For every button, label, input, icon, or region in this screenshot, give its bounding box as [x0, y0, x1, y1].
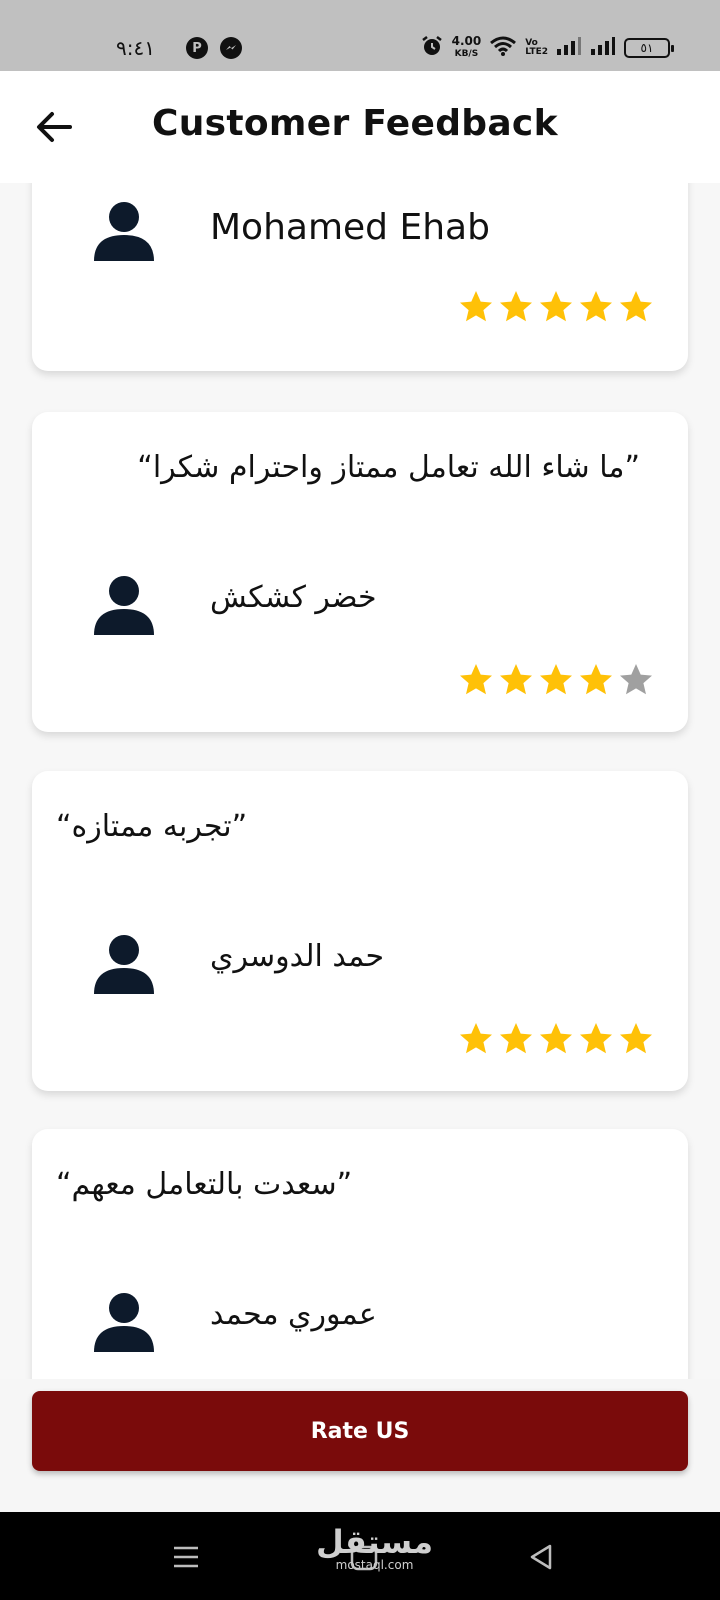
signal-icon-sim1 [556, 36, 582, 60]
menu-icon [174, 1546, 198, 1568]
app-bar: Customer Feedback [0, 71, 720, 183]
back-button[interactable] [30, 105, 80, 149]
page-title: Customer Feedback [152, 103, 558, 144]
star-filled-icon [620, 291, 652, 322]
feedback-list[interactable]: Mohamed Ehab ”ما شاء الله تعامل ممتاز وا… [0, 183, 720, 1379]
star-rating [458, 662, 654, 698]
star-filled-icon [500, 664, 532, 695]
user-avatar-icon [94, 1293, 154, 1352]
rate-us-button[interactable]: Rate US [32, 1391, 688, 1471]
wifi-icon [489, 35, 517, 61]
back-triangle-icon [530, 1544, 552, 1570]
volte-indicator: Vo LTE2 [525, 38, 548, 57]
reviewer-name: عموري محمد [210, 1297, 377, 1332]
user-avatar-icon [94, 576, 154, 635]
star-filled-icon [580, 664, 612, 695]
pinterest-icon: P [186, 37, 208, 59]
feedback-card: ”ما شاء الله تعامل ممتاز واحترام شكرا“ خ… [32, 412, 688, 732]
status-left-icons: P [186, 37, 242, 59]
system-nav-bar: مستقل mostaql.com [0, 1512, 720, 1600]
star-filled-icon [460, 291, 492, 322]
status-time: ٩:٤١ [116, 36, 155, 60]
feedback-quote: ”سعدت بالتعامل معهم“ [56, 1167, 353, 1202]
feedback-card: ”تجربه ممتازه“ حمد الدوسري [32, 771, 688, 1091]
star-filled-icon [540, 664, 572, 695]
recent-apps-button[interactable] [166, 1540, 206, 1574]
star-filled-icon [540, 291, 572, 322]
watermark-arabic: مستقل [316, 1523, 434, 1561]
feedback-card: ”سعدت بالتعامل معهم“ عموري محمد [32, 1129, 688, 1379]
star-rating [458, 289, 654, 325]
signal-icon-sim2 [590, 36, 616, 60]
star-filled-icon [620, 1023, 652, 1054]
user-avatar-icon [94, 202, 154, 261]
star-filled-icon [500, 291, 532, 322]
watermark: مستقل mostaql.com [316, 1526, 433, 1572]
star-filled-icon [540, 1023, 572, 1054]
arrow-left-icon [37, 112, 72, 142]
battery-indicator: ٥١ [624, 38, 674, 58]
star-filled-icon [460, 1023, 492, 1054]
star-filled-icon [580, 291, 612, 322]
star-filled-icon [500, 1023, 532, 1054]
status-bar: ٩:٤١ P 4.00 KB/S Vo LTE2 ٥١ [0, 0, 720, 71]
network-speed: 4.00 KB/S [451, 34, 482, 59]
star-rating [458, 1021, 654, 1057]
alarm-icon [420, 34, 444, 62]
reviewer-name: حمد الدوسري [210, 939, 385, 974]
feedback-quote: ”تجربه ممتازه“ [56, 809, 248, 844]
star-filled-icon [460, 664, 492, 695]
feedback-quote: ”ما شاء الله تعامل ممتاز واحترام شكرا“ [137, 450, 640, 485]
messenger-icon [220, 37, 242, 59]
feedback-card: Mohamed Ehab [32, 183, 688, 371]
reviewer-name: Mohamed Ehab [210, 207, 490, 248]
user-avatar-icon [94, 935, 154, 994]
system-back-button[interactable] [522, 1540, 562, 1574]
status-right-icons: 4.00 KB/S Vo LTE2 ٥١ [420, 34, 674, 62]
star-empty-icon [620, 664, 652, 695]
star-filled-icon [580, 1023, 612, 1054]
reviewer-name: خضر كشكش [210, 580, 377, 615]
